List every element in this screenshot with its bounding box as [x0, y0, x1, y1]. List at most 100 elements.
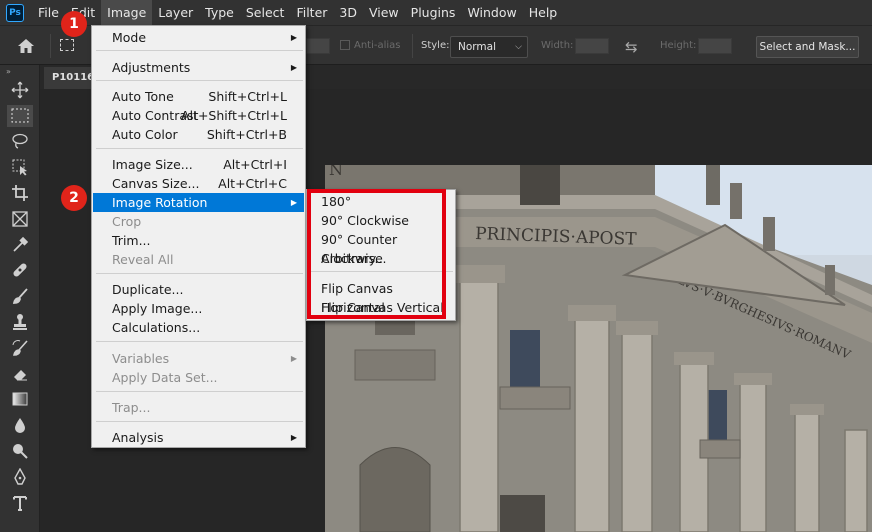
menu-separator [96, 80, 303, 81]
blur-tool-icon[interactable] [0, 412, 40, 438]
image-menu-dropdown: Mode ▶ Adjustments ▶ Auto Tone Shift+Ctr… [91, 25, 306, 448]
menu-item-trap: Trap... [93, 398, 304, 417]
photoshop-window: Ps File Edit Image Layer Type Select Fil… [0, 0, 872, 532]
width-input[interactable] [575, 38, 609, 54]
select-and-mask-button[interactable]: Select and Mask... [756, 36, 859, 58]
menu-item-label: Mode [112, 30, 147, 45]
eyedropper-tool-icon[interactable] [0, 232, 40, 258]
menu-3d[interactable]: 3D [333, 0, 363, 25]
menu-item-duplicate[interactable]: Duplicate... [93, 280, 304, 299]
menu-item-shortcut: Shift+Ctrl+L [208, 89, 287, 104]
home-icon[interactable] [16, 37, 36, 55]
menu-separator [96, 148, 303, 149]
menu-item-variables: Variables ▶ [93, 349, 304, 368]
dodge-tool-icon[interactable] [0, 438, 40, 464]
menu-item-analysis[interactable]: Analysis ▶ [93, 428, 304, 447]
crop-tool-icon[interactable] [0, 180, 40, 206]
menu-item-shortcut: Alt+Ctrl+I [223, 157, 287, 172]
menu-item-label: Calculations... [112, 320, 201, 335]
menu-item-calculations[interactable]: Calculations... [93, 318, 304, 337]
menu-item-canvas-size[interactable]: Canvas Size... Alt+Ctrl+C [93, 174, 304, 193]
healing-brush-tool-icon[interactable] [0, 258, 40, 284]
feather-input[interactable] [306, 38, 330, 54]
menu-separator [96, 273, 303, 274]
menu-file[interactable]: File [32, 0, 65, 25]
menu-bar: Ps File Edit Image Layer Type Select Fil… [0, 0, 872, 25]
menu-item-apply-data-set: Apply Data Set... [93, 368, 304, 387]
step-badge-1: 1 [61, 11, 87, 37]
type-tool-icon[interactable] [0, 490, 40, 516]
swap-dimensions-icon[interactable]: ⇆ [625, 38, 638, 56]
menu-separator [96, 341, 303, 342]
photoshop-logo: Ps [6, 3, 24, 22]
menu-item-auto-contrast[interactable]: Auto Contrast Alt+Shift+Ctrl+L [93, 106, 304, 125]
menu-item-label: Canvas Size... [112, 176, 200, 191]
menu-item-label: Reveal All [112, 252, 174, 267]
anti-alias-label: Anti-alias [354, 40, 401, 51]
height-label: Height: [660, 40, 697, 51]
menu-plugins[interactable]: Plugins [405, 0, 462, 25]
menu-item-apply-image[interactable]: Apply Image... [93, 299, 304, 318]
style-label: Style: [421, 40, 450, 51]
move-tool-icon[interactable] [0, 77, 40, 103]
style-select[interactable]: Normal ⌵ [450, 36, 528, 58]
options-divider [412, 34, 413, 58]
menu-item-image-size[interactable]: Image Size... Alt+Ctrl+I [93, 155, 304, 174]
menu-separator [96, 391, 303, 392]
options-divider [50, 34, 51, 58]
brush-tool-icon[interactable] [0, 283, 40, 309]
menu-help[interactable]: Help [523, 0, 564, 25]
menu-item-mode[interactable]: Mode ▶ [93, 28, 304, 47]
rect-marquee-tool-icon[interactable] [0, 103, 40, 129]
menu-item-label: Apply Data Set... [112, 370, 218, 385]
submenu-arrow-icon: ▶ [290, 354, 297, 363]
pen-tool-icon[interactable] [0, 464, 40, 490]
menu-item-auto-color[interactable]: Auto Color Shift+Ctrl+B [93, 125, 304, 144]
object-select-tool-icon[interactable] [0, 154, 40, 180]
height-input[interactable] [698, 38, 732, 54]
frame-tool-icon[interactable] [0, 206, 40, 232]
menu-item-label: Auto Tone [112, 89, 174, 104]
eraser-tool-icon[interactable] [0, 361, 40, 387]
submenu-arrow-icon: ▶ [290, 433, 297, 442]
collapse-panel-icon[interactable]: » [0, 65, 39, 77]
menu-layer[interactable]: Layer [152, 0, 199, 25]
menu-image[interactable]: Image [101, 0, 153, 25]
anti-alias-checkbox[interactable] [340, 40, 350, 50]
menu-item-label: Image Rotation [112, 195, 208, 210]
menu-item-label: Trap... [112, 400, 151, 415]
submenu-arrow-icon: ▶ [290, 33, 297, 42]
submenu-arrow-icon: ▶ [290, 63, 297, 72]
menu-item-shortcut: Shift+Ctrl+B [206, 127, 287, 142]
menu-item-reveal-all: Reveal All [93, 250, 304, 269]
menu-item-crop: Crop [93, 212, 304, 231]
menu-view[interactable]: View [363, 0, 405, 25]
menu-select[interactable]: Select [240, 0, 291, 25]
menu-item-label: Trim... [112, 233, 151, 248]
menu-item-adjustments[interactable]: Adjustments ▶ [93, 58, 304, 77]
menu-item-label: Variables [112, 351, 170, 366]
menu-item-trim[interactable]: Trim... [93, 231, 304, 250]
menu-item-label: Image Size... [112, 157, 193, 172]
menu-item-label: Crop [112, 214, 142, 229]
rect-marquee-preset-icon[interactable] [60, 39, 74, 51]
menu-item-label: Apply Image... [112, 301, 203, 316]
menu-window[interactable]: Window [461, 0, 522, 25]
menu-filter[interactable]: Filter [290, 0, 333, 25]
submenu-arrow-icon: ▶ [290, 198, 297, 207]
menu-item-shortcut: Alt+Shift+Ctrl+L [181, 108, 287, 123]
menu-item-label: Auto Color [112, 127, 178, 142]
menu-separator [96, 50, 303, 51]
menu-item-image-rotation[interactable]: Image Rotation ▶ [93, 193, 304, 212]
menu-item-auto-tone[interactable]: Auto Tone Shift+Ctrl+L [93, 87, 304, 106]
menu-separator [96, 421, 303, 422]
menu-type[interactable]: Type [199, 0, 240, 25]
menu-item-label: Duplicate... [112, 282, 184, 297]
gradient-tool-icon[interactable] [0, 387, 40, 413]
step-badge-2: 2 [61, 185, 87, 211]
clone-stamp-tool-icon[interactable] [0, 309, 40, 335]
menu-item-shortcut: Alt+Ctrl+C [218, 176, 287, 191]
facade-inscription-3: N [329, 165, 343, 179]
history-brush-tool-icon[interactable] [0, 335, 40, 361]
lasso-tool-icon[interactable] [0, 129, 40, 155]
